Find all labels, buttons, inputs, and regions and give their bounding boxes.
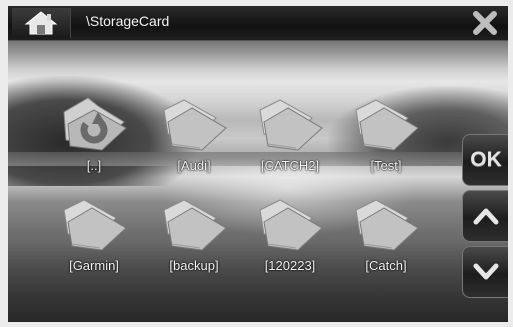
ok-button[interactable]: OK: [462, 134, 508, 186]
folder-icon: [163, 99, 227, 151]
folder-label: [backup]: [169, 258, 219, 273]
chevron-up-icon: [473, 208, 499, 225]
folder-label: [Audi]: [177, 158, 211, 173]
folder-label: [Test]: [370, 158, 402, 173]
chevron-down-icon: [473, 263, 499, 280]
folder-item-parent[interactable]: [..]: [48, 94, 140, 182]
folder-item[interactable]: [Catch]: [340, 194, 432, 282]
folder-icon: [259, 199, 323, 251]
folder-label: [Garmin]: [69, 258, 119, 273]
folder-icon: [355, 99, 419, 151]
folder-icon: [259, 99, 323, 151]
top-bar: \StorageCard: [8, 6, 508, 41]
scroll-up-button[interactable]: [462, 190, 508, 242]
folder-up-icon: [63, 97, 127, 151]
folder-item[interactable]: [backup]: [148, 194, 240, 282]
folder-label: [120223]: [264, 258, 316, 273]
home-icon: [24, 11, 58, 35]
folder-item[interactable]: [Test]: [340, 94, 432, 182]
current-path: \StorageCard: [86, 13, 170, 29]
folder-label: [..]: [86, 158, 102, 173]
ok-label: OK: [470, 148, 502, 171]
file-browser-screen: \StorageCard [..] [Audi] [CATCH2] [Test]…: [8, 6, 508, 322]
folder-icon: [163, 199, 227, 251]
folder-item[interactable]: [120223]: [244, 194, 336, 282]
folder-label: [Catch]: [365, 258, 407, 273]
close-x-icon: [473, 11, 497, 35]
home-button[interactable]: [12, 8, 71, 38]
folder-label: [CATCH2]: [260, 158, 320, 173]
folder-item[interactable]: [Audi]: [148, 94, 240, 182]
folder-icon: [355, 199, 419, 251]
scroll-down-button[interactable]: [462, 246, 508, 298]
folder-icon: [63, 199, 127, 251]
folder-item[interactable]: [Garmin]: [48, 194, 140, 282]
folder-item[interactable]: [CATCH2]: [244, 94, 336, 182]
close-button[interactable]: [468, 10, 502, 36]
